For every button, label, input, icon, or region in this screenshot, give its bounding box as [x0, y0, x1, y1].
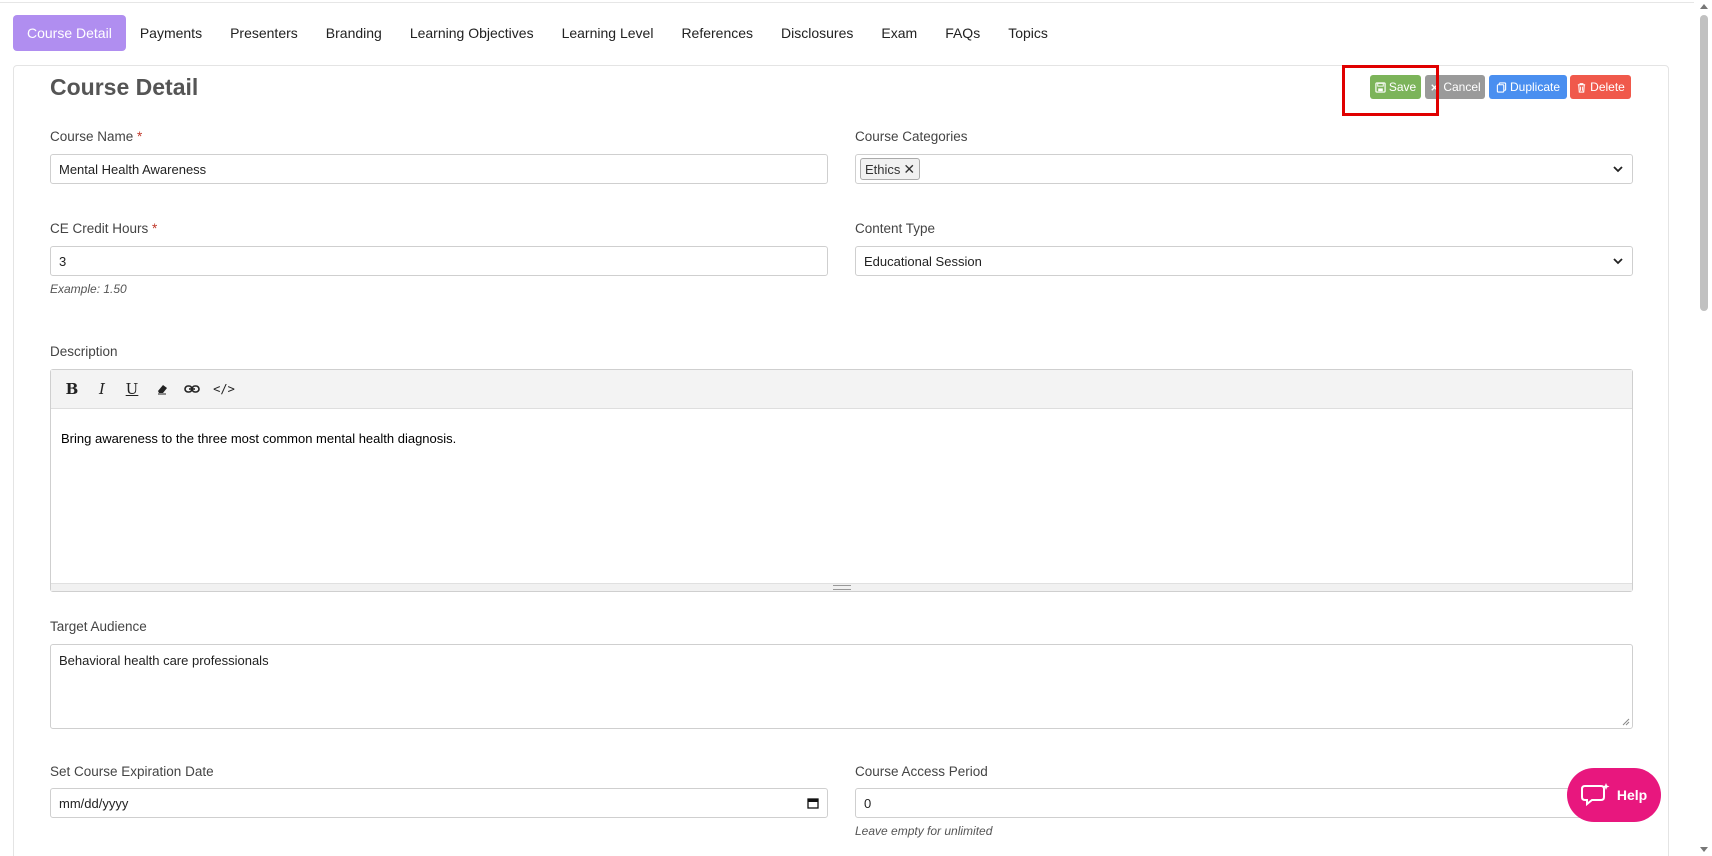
- tab-learning-objectives[interactable]: Learning Objectives: [396, 15, 548, 51]
- scrollbar-thumb[interactable]: [1700, 15, 1708, 311]
- help-label: Help: [1616, 787, 1648, 803]
- course-name-input[interactable]: Mental Health Awareness: [50, 154, 828, 184]
- chevron-down-icon: [1613, 166, 1623, 173]
- course-tabs: Course Detail Payments Presenters Brandi…: [13, 15, 1062, 51]
- save-label: Save: [1388, 80, 1417, 94]
- access-period-input[interactable]: 0: [855, 788, 1633, 818]
- resize-handle-icon[interactable]: [1621, 717, 1630, 726]
- target-audience-textarea[interactable]: Behavioral health care professionals: [50, 644, 1633, 729]
- scroll-down-icon[interactable]: [1700, 847, 1708, 852]
- tab-branding[interactable]: Branding: [312, 15, 396, 51]
- bold-button[interactable]: B: [59, 376, 85, 402]
- delete-button[interactable]: Delete: [1570, 75, 1631, 99]
- cancel-button[interactable]: Cancel: [1425, 75, 1485, 99]
- underline-button[interactable]: U: [119, 376, 145, 402]
- resize-grip-icon: [832, 585, 851, 590]
- code-view-button[interactable]: </>: [209, 376, 239, 402]
- editor-toolbar: B I U </>: [51, 370, 1632, 409]
- ce-credit-hours-label: CE Credit Hours *: [50, 221, 158, 236]
- tab-topics[interactable]: Topics: [994, 15, 1062, 51]
- tab-faqs[interactable]: FAQs: [931, 15, 994, 51]
- ce-credit-hours-hint: Example: 1.50: [50, 282, 127, 296]
- cancel-label: Cancel: [1443, 80, 1481, 94]
- expiration-date-label: Set Course Expiration Date: [50, 764, 214, 779]
- italic-button[interactable]: I: [89, 376, 115, 402]
- eraser-icon: [158, 385, 167, 395]
- page-title: Course Detail: [50, 74, 199, 100]
- editor-resize-bar[interactable]: [51, 583, 1632, 591]
- delete-label: Delete: [1590, 80, 1625, 94]
- target-audience-label: Target Audience: [50, 619, 147, 634]
- tab-learning-level[interactable]: Learning Level: [548, 15, 668, 51]
- eraser-button[interactable]: [149, 376, 175, 402]
- save-icon: [1375, 81, 1386, 93]
- page-scrollbar[interactable]: [1696, 0, 1712, 856]
- required-mark: *: [137, 129, 143, 144]
- course-name-label: Course Name *: [50, 129, 143, 144]
- course-categories-label: Course Categories: [855, 129, 968, 144]
- tab-presenters[interactable]: Presenters: [216, 15, 312, 51]
- chat-bubble-icon: [1580, 783, 1610, 807]
- chevron-down-icon: [1613, 258, 1623, 265]
- calendar-icon[interactable]: [807, 797, 819, 809]
- tab-references[interactable]: References: [667, 15, 767, 51]
- remove-chip-icon[interactable]: ✕: [903, 161, 915, 178]
- expiration-date-input[interactable]: mm/dd/yyyy: [50, 788, 828, 818]
- tab-disclosures[interactable]: Disclosures: [767, 15, 867, 51]
- tab-payments[interactable]: Payments: [126, 15, 216, 51]
- link-button[interactable]: [179, 376, 205, 402]
- tab-course-detail[interactable]: Course Detail: [13, 15, 126, 51]
- description-label: Description: [50, 344, 118, 359]
- close-icon: [1431, 83, 1439, 91]
- copy-icon: [1496, 81, 1507, 93]
- save-button[interactable]: Save: [1370, 75, 1421, 99]
- ce-credit-hours-input[interactable]: 3: [50, 246, 828, 276]
- tab-exam[interactable]: Exam: [867, 15, 931, 51]
- required-mark: *: [152, 221, 158, 236]
- top-divider: [0, 2, 1694, 3]
- link-icon: [184, 385, 200, 393]
- help-button[interactable]: Help: [1567, 768, 1661, 822]
- content-type-select[interactable]: Educational Session: [855, 246, 1633, 276]
- access-period-label: Course Access Period: [855, 764, 988, 779]
- access-period-hint: Leave empty for unlimited: [855, 824, 993, 838]
- course-categories-select[interactable]: Ethics ✕: [855, 154, 1633, 184]
- category-chip-ethics: Ethics ✕: [860, 158, 921, 180]
- scroll-up-icon[interactable]: [1700, 4, 1708, 9]
- content-type-value: Educational Session: [864, 253, 982, 269]
- content-type-label: Content Type: [855, 221, 936, 236]
- description-editor: B I U </> Bring awareness to the three m…: [50, 369, 1633, 592]
- expiration-date-placeholder: mm/dd/yyyy: [59, 795, 129, 811]
- description-content[interactable]: Bring awareness to the three most common…: [51, 409, 1632, 468]
- duplicate-label: Duplicate: [1509, 80, 1561, 94]
- duplicate-button[interactable]: Duplicate: [1489, 75, 1567, 99]
- trash-icon: [1577, 82, 1586, 93]
- target-audience-value: Behavioral health care professionals: [59, 653, 269, 668]
